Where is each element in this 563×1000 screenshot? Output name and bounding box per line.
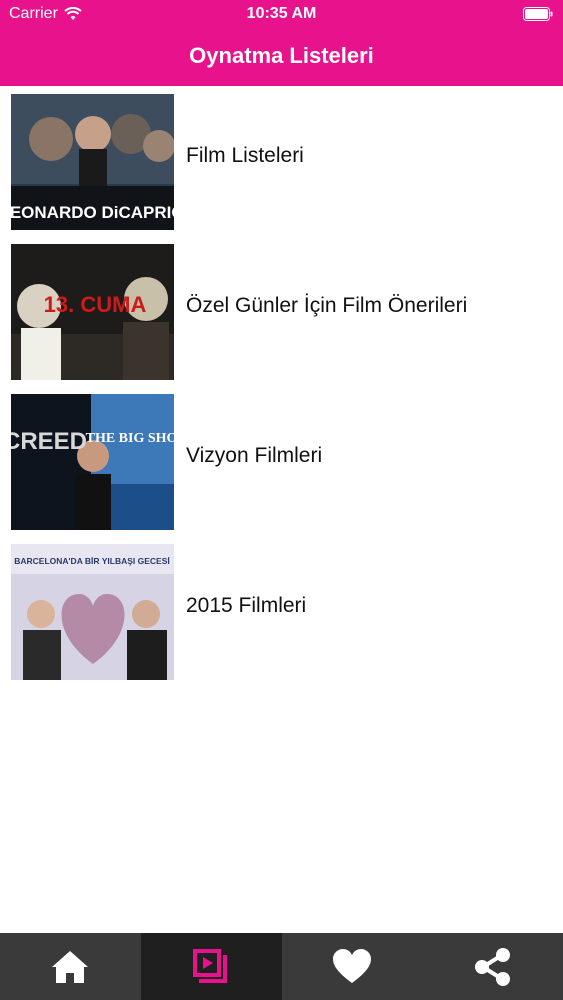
- tab-home[interactable]: [0, 933, 141, 1000]
- playlist-title: Özel Günler İçin Film Önerileri: [186, 294, 468, 317]
- thumbnail-text: BARCELONA'DA BİR YILBAŞI GECESİ: [14, 556, 170, 566]
- tab-favorites[interactable]: [282, 933, 423, 1000]
- playlist-title: Vizyon Filmleri: [186, 444, 323, 467]
- playlist-title: Film Listeleri: [186, 144, 304, 167]
- playlist-row-film-listeleri[interactable]: LEONARDO DiCAPRIO Film Listeleri: [0, 86, 563, 230]
- heart-icon: [332, 948, 371, 983]
- thumbnail-text: LEONARDO DiCAPRIO: [11, 203, 174, 222]
- thumbnail-image: BARCELONA'DA BİR YILBAŞI GECESİ: [11, 544, 174, 680]
- playlist-row-ozel-gunler[interactable]: 13. CUMA Özel Günler İçin Film Önerileri: [0, 236, 563, 380]
- playlist-row-vizyon-filmleri[interactable]: CREED THE BIG SHORT Vizyon Filmleri: [0, 386, 563, 530]
- playlist-icon: [193, 948, 228, 983]
- status-time: 10:35 AM: [246, 5, 317, 22]
- app-header: Carrier 10:35 AM Oynatma Listeleri: [0, 0, 563, 86]
- thumbnail-image: CREED THE BIG SHORT: [11, 394, 174, 530]
- playlist-thumbnail: BARCELONA'DA BİR YILBAŞI GECESİ: [11, 544, 174, 680]
- thumbnail-text: CREED: [11, 428, 87, 455]
- tab-bar: [0, 933, 563, 1000]
- playlist-row-2015-filmleri[interactable]: BARCELONA'DA BİR YILBAŞI GECESİ 2015 Fil…: [0, 536, 563, 680]
- status-bar: Carrier 10:35 AM: [0, 0, 563, 30]
- home-icon: [52, 950, 89, 983]
- thumbnail-image: LEONARDO DiCAPRIO: [11, 94, 174, 230]
- thumbnail-text: 13. CUMA: [44, 292, 147, 317]
- playlist-title: 2015 Filmleri: [186, 594, 307, 617]
- tab-share[interactable]: [422, 933, 563, 1000]
- page-title: Oynatma Listeleri: [189, 43, 374, 68]
- thumbnail-text-2: THE BIG SHORT: [86, 431, 174, 446]
- tab-playlists[interactable]: [140, 933, 282, 1000]
- battery-icon: [523, 7, 553, 21]
- playlist-thumbnail: LEONARDO DiCAPRIO: [11, 94, 174, 230]
- playlist-thumbnail: 13. CUMA: [11, 244, 174, 380]
- thumbnail-image: 13. CUMA: [11, 244, 174, 380]
- share-icon: [474, 947, 510, 986]
- playlist-thumbnail: CREED THE BIG SHORT: [11, 394, 174, 530]
